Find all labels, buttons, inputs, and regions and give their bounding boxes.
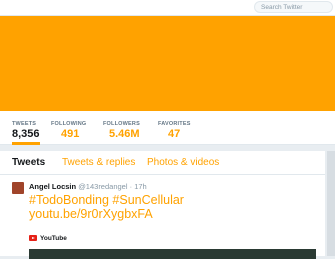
tweet-link[interactable]: youtu.be/9r0rXygbxFA [29,207,309,221]
tweet-author[interactable]: Angel Locsin @143redangel · 17h [29,182,147,191]
author-handle[interactable]: @143redangel [78,182,127,191]
stat-label: TWEETS [12,121,37,127]
avatar[interactable] [12,182,24,194]
youtube-icon [29,235,37,242]
timeline-tabs: Tweets Tweets & replies Photos & videos [0,151,325,175]
top-nav-bar: Search Twitter [0,0,335,16]
stat-label: FOLLOWERS [103,121,140,127]
tab-tweets[interactable]: Tweets [12,157,45,168]
profile-stats-bar: TWEETS 8,356 FOLLOWING 491 FOLLOWERS 5.4… [0,111,335,145]
stat-tweets[interactable]: TWEETS 8,356 [12,121,40,145]
stat-value: 8,356 [12,128,40,140]
stat-value: 47 [168,128,181,140]
profile-banner [0,16,335,111]
tweet-time[interactable]: · 17h [130,182,147,191]
stat-value: 491 [61,128,80,140]
stat-following[interactable]: FOLLOWING 491 [51,121,86,140]
stat-followers[interactable]: FOLLOWERS 5.46M [103,121,140,140]
card-source-label: YouTube [40,235,67,242]
scrollbar[interactable] [327,151,335,256]
timeline-panel: Tweets Tweets & replies Photos & videos … [0,151,325,259]
card-source: YouTube [29,235,67,242]
tweet-item[interactable]: Angel Locsin @143redangel · 17h #TodoBon… [0,176,325,259]
author-name[interactable]: Angel Locsin [29,182,76,191]
video-preview[interactable] [29,249,316,259]
search-input[interactable]: Search Twitter [254,1,333,13]
stat-favorites[interactable]: FAVORITES 47 [158,121,191,140]
stat-value: 5.46M [109,128,140,140]
tweet-hashtags[interactable]: #TodoBonding #SunCellular [29,193,309,207]
stat-label: FAVORITES [158,121,191,127]
tweet-text: #TodoBonding #SunCellular youtu.be/9r0rX… [29,193,309,221]
stat-label: FOLLOWING [51,121,87,127]
tab-photos-videos[interactable]: Photos & videos [147,157,219,168]
tab-tweets-replies[interactable]: Tweets & replies [62,157,135,168]
